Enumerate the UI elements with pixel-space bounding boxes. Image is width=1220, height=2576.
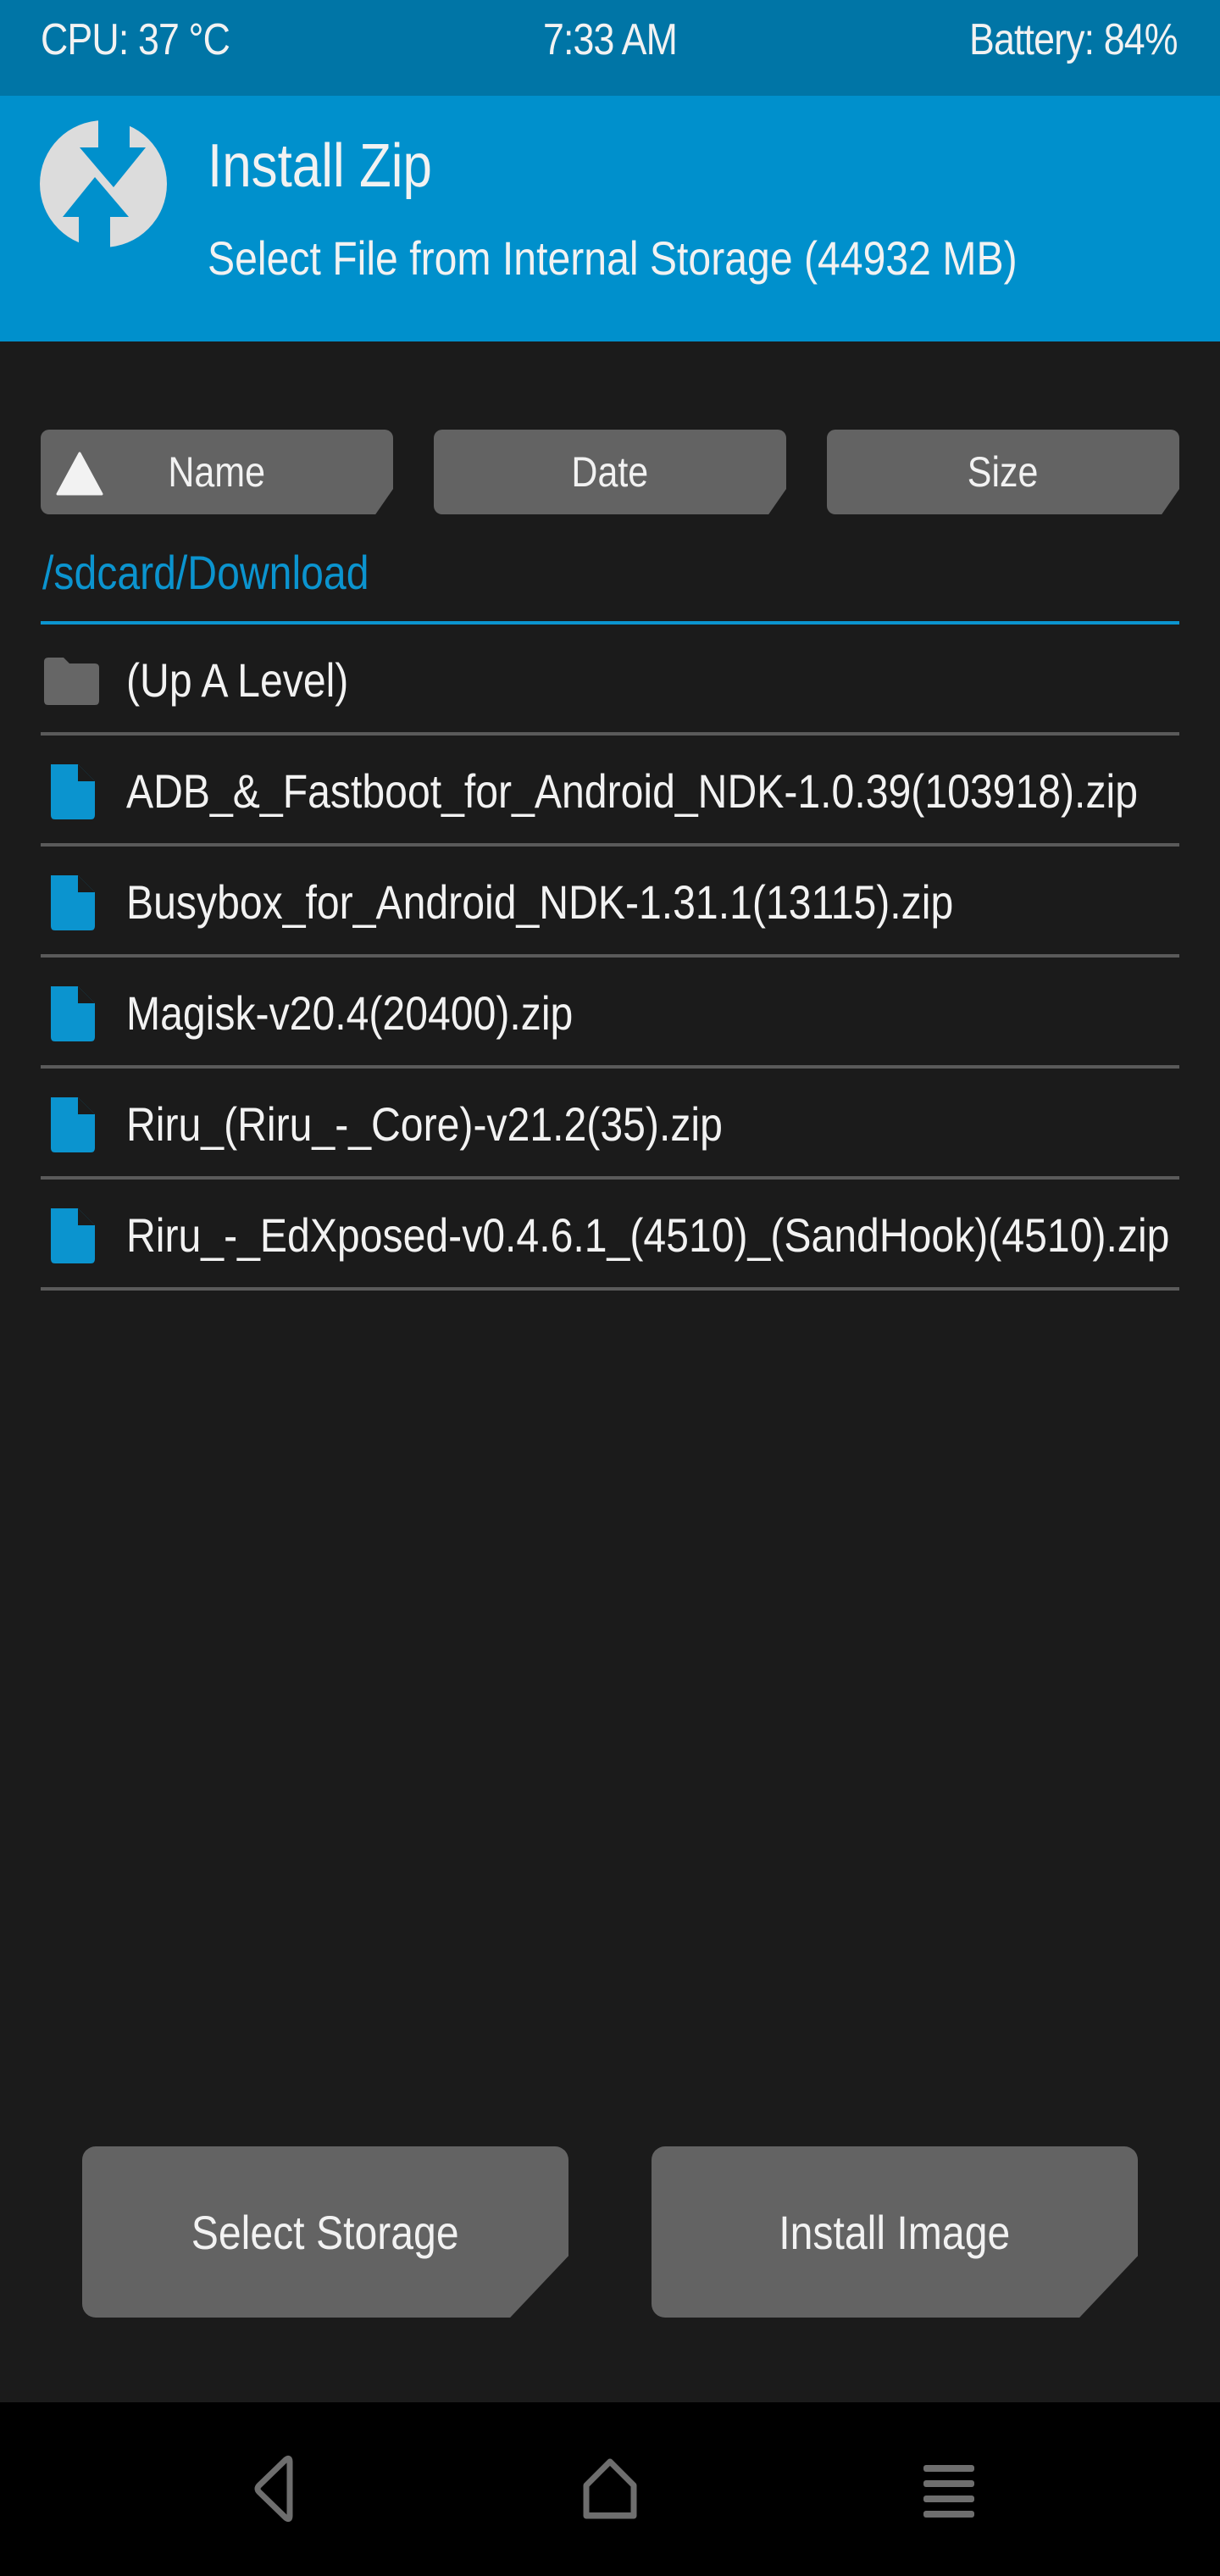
page-title: Install Zip (208, 132, 432, 200)
sort-by-date-button[interactable]: Date (434, 430, 786, 514)
sort-ascending-icon (56, 452, 103, 496)
sort-by-date-label: Date (571, 448, 649, 496)
file-name: Magisk-v20.4(20400).zip (126, 986, 574, 1040)
install-image-button[interactable]: Install Image (652, 2146, 1138, 2318)
file-name: Busybox_for_Android_NDK-1.31.1(13115).zi… (126, 875, 954, 929)
current-path: /sdcard/Download (42, 546, 369, 599)
install-image-label: Install Image (779, 2205, 1011, 2259)
sort-by-name-button[interactable]: Name (41, 430, 393, 514)
list-item[interactable]: Magisk-v20.4(20400).zip (41, 958, 1179, 1069)
sort-by-size-button[interactable]: Size (827, 430, 1179, 514)
file-icon (51, 986, 95, 1041)
select-storage-button[interactable]: Select Storage (82, 2146, 568, 2318)
folder-icon (44, 658, 99, 705)
select-storage-label: Select Storage (191, 2205, 459, 2259)
list-item-up-a-level[interactable]: (Up A Level) (41, 625, 1179, 736)
page-header: Install Zip Select File from Internal St… (0, 96, 1220, 341)
file-icon (51, 1097, 95, 1152)
twrp-logo-icon (40, 119, 167, 248)
battery-level: Battery: 84% (969, 15, 1178, 64)
file-name: Riru_-_EdXposed-v0.4.6.1_(4510)_(SandHoo… (126, 1208, 1170, 1262)
home-icon[interactable] (568, 2446, 652, 2531)
list-item[interactable]: ADB_&_Fastboot_for_Android_NDK-1.0.39(10… (41, 736, 1179, 847)
file-name: (Up A Level) (126, 653, 349, 707)
file-icon (51, 764, 95, 819)
file-list[interactable]: (Up A Level) ADB_&_Fastboot_for_Android_… (41, 625, 1179, 1291)
back-icon[interactable] (230, 2446, 315, 2531)
status-bar: CPU: 37 °C 7:33 AM Battery: 84% (0, 0, 1220, 96)
menu-icon[interactable] (907, 2446, 991, 2531)
navigation-bar (0, 2402, 1220, 2576)
sort-by-size-label: Size (968, 448, 1039, 496)
page-subtitle: Select File from Internal Storage (44932… (208, 231, 1018, 285)
file-name: ADB_&_Fastboot_for_Android_NDK-1.0.39(10… (126, 764, 1139, 818)
file-icon (51, 1208, 95, 1263)
list-item[interactable]: Riru_-_EdXposed-v0.4.6.1_(4510)_(SandHoo… (41, 1180, 1179, 1291)
file-name: Riru_(Riru_-_Core)-v21.2(35).zip (126, 1097, 723, 1151)
sort-by-name-label: Name (168, 448, 266, 496)
list-item[interactable]: Riru_(Riru_-_Core)-v21.2(35).zip (41, 1069, 1179, 1180)
file-icon (51, 875, 95, 930)
list-item[interactable]: Busybox_for_Android_NDK-1.31.1(13115).zi… (41, 847, 1179, 958)
